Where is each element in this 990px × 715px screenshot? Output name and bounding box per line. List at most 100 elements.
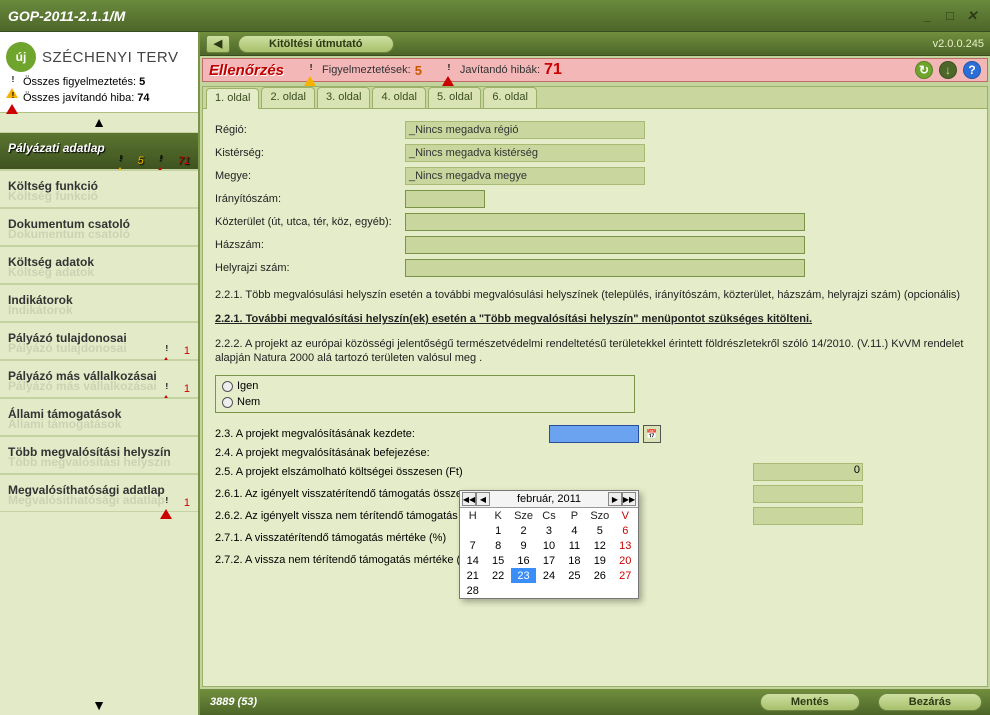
label-helyrajzi-szam: Helyrajzi szám: bbox=[215, 262, 405, 274]
sidebar-item-dokumentum-csatolo[interactable]: Dokumentum csatoló Dokumentum csatoló bbox=[0, 208, 198, 246]
cal-next-year-icon[interactable]: ▶▶ bbox=[622, 492, 636, 506]
input-helyrajzi-szam[interactable] bbox=[405, 259, 805, 277]
save-button[interactable]: Mentés bbox=[760, 693, 860, 711]
label-kisterseg: Kistérség: bbox=[215, 147, 405, 159]
close-button[interactable]: Bezárás bbox=[878, 693, 982, 711]
tab-1-oldal[interactable]: 1. oldal bbox=[206, 88, 259, 109]
tab-3-oldal[interactable]: 3. oldal bbox=[317, 87, 370, 108]
sidebar-item-koltseg-adatok[interactable]: Költség adatok Költség adatok bbox=[0, 246, 198, 284]
cal-day[interactable]: 18 bbox=[562, 553, 587, 568]
cal-day[interactable]: 5 bbox=[587, 523, 612, 538]
sidebar-item-label: Pályázati adatlap bbox=[8, 141, 105, 155]
cal-day[interactable]: 3 bbox=[536, 523, 561, 538]
cal-day[interactable]: 6 bbox=[613, 523, 638, 538]
calendar-open-icon[interactable]: 📅 bbox=[643, 425, 661, 443]
cal-day[interactable]: 23 bbox=[511, 568, 536, 583]
minimize-button[interactable]: _ bbox=[918, 7, 938, 25]
input-iranyitoszam[interactable] bbox=[405, 190, 485, 208]
sidebar-err-count: 1 bbox=[184, 383, 190, 395]
sidebar-item-label: Pályázó tulajdonosai bbox=[8, 331, 127, 345]
input-hazszam[interactable] bbox=[405, 236, 805, 254]
tab-4-oldal[interactable]: 4. oldal bbox=[372, 87, 425, 108]
date-field-kezdete[interactable] bbox=[549, 425, 639, 443]
cal-day[interactable]: 28 bbox=[460, 583, 485, 598]
form-scrollpane[interactable]: Régió: _Nincs megadva régió Kistérség: _… bbox=[203, 109, 987, 686]
close-window-button[interactable]: ✕ bbox=[962, 7, 982, 25]
nav: Pályázati adatlap !5 !71 Költség funkció… bbox=[0, 132, 198, 696]
note-222: 2.2.2. A projekt az európai közösségi je… bbox=[215, 337, 975, 366]
tabstrip: 1. oldal 2. oldal 3. oldal 4. oldal 5. o… bbox=[203, 87, 987, 109]
sidebar-item-label: Több megvalósítási helyszín bbox=[8, 445, 171, 459]
input-kozterulet[interactable] bbox=[405, 213, 805, 231]
cal-day[interactable]: 16 bbox=[511, 553, 536, 568]
cal-day[interactable]: 26 bbox=[587, 568, 612, 583]
cal-day[interactable]: 27 bbox=[613, 568, 638, 583]
cal-day[interactable]: 7 bbox=[460, 538, 485, 553]
cal-day[interactable]: 19 bbox=[587, 553, 612, 568]
version-label: v2.0.0.245 bbox=[933, 38, 984, 50]
cal-day[interactable]: 14 bbox=[460, 553, 485, 568]
total-warn-label: Összes figyelmeztetés: bbox=[23, 76, 136, 88]
sidebar-item-label: Dokumentum csatoló bbox=[8, 217, 130, 231]
sidebar-item-palyazo-mas-vallalkozasai[interactable]: Pályázó más vállalkozásai Pályázó más vá… bbox=[0, 360, 198, 398]
cal-day[interactable]: 4 bbox=[562, 523, 587, 538]
cal-next-month-icon[interactable]: ▶ bbox=[608, 492, 622, 506]
nav-scroll-down[interactable]: ▼ bbox=[0, 696, 198, 715]
cal-day[interactable]: 22 bbox=[485, 568, 510, 583]
cal-dow: Szo bbox=[587, 508, 612, 523]
help-icon[interactable]: ? bbox=[963, 61, 981, 79]
cal-prev-month-icon[interactable]: ◀ bbox=[476, 492, 490, 506]
sidebar-item-megvalosithatosagi-adatlap[interactable]: Megvalósíthatósági adatlap Megvalósíthat… bbox=[0, 474, 198, 512]
alert-bar: Ellenőrzés ! Figyelmeztetések: 5 ! Javít… bbox=[202, 58, 988, 82]
cal-day[interactable]: 10 bbox=[536, 538, 561, 553]
cal-day[interactable]: 15 bbox=[485, 553, 510, 568]
cal-day[interactable]: 20 bbox=[613, 553, 638, 568]
radio-nem[interactable]: Nem bbox=[220, 394, 630, 410]
sidebar-item-allami-tamogatasok[interactable]: Állami támogatások Állami támogatások bbox=[0, 398, 198, 436]
radio-igen[interactable]: Igen bbox=[220, 378, 630, 394]
cal-day[interactable]: 13 bbox=[613, 538, 638, 553]
cal-day[interactable]: 21 bbox=[460, 568, 485, 583]
cal-day bbox=[562, 583, 587, 598]
value-262[interactable] bbox=[753, 507, 863, 525]
download-icon[interactable]: ↓ bbox=[939, 61, 957, 79]
cal-day[interactable]: 12 bbox=[587, 538, 612, 553]
cal-day bbox=[460, 523, 485, 538]
guide-button[interactable]: Kitöltési útmutató bbox=[238, 35, 394, 53]
cal-dow: Cs bbox=[536, 508, 561, 523]
cal-day[interactable]: 25 bbox=[562, 568, 587, 583]
cal-dow: V bbox=[613, 508, 638, 523]
cal-day[interactable]: 1 bbox=[485, 523, 510, 538]
cal-day[interactable]: 8 bbox=[485, 538, 510, 553]
radio-group-natura2000: Igen Nem bbox=[215, 375, 635, 413]
maximize-button[interactable]: □ bbox=[940, 7, 960, 25]
tab-6-oldal[interactable]: 6. oldal bbox=[483, 87, 536, 108]
value-261[interactable] bbox=[753, 485, 863, 503]
link-221[interactable]: 2.2.1. További megvalósítási helyszín(ek… bbox=[215, 312, 975, 326]
label-regio: Régió: bbox=[215, 124, 405, 136]
calendar-popup[interactable]: ◀◀ ◀ február, 2011 ▶ ▶▶ HKSzeCsPSzoV 123… bbox=[459, 490, 639, 599]
label-24: 2.4. A projekt megvalósításának befejezé… bbox=[215, 447, 545, 459]
refresh-icon[interactable]: ↻ bbox=[915, 61, 933, 79]
sidebar-item-tobb-megvalositasi-helyszin[interactable]: Több megvalósítási helyszín Több megvaló… bbox=[0, 436, 198, 474]
cal-day[interactable]: 17 bbox=[536, 553, 561, 568]
sidebar-item-label: Pályázó más vállalkozásai bbox=[8, 369, 157, 383]
tab-5-oldal[interactable]: 5. oldal bbox=[428, 87, 481, 108]
sidebar-item-palyazati-adatlap[interactable]: Pályázati adatlap !5 !71 bbox=[0, 132, 198, 170]
back-button[interactable]: ◀ bbox=[206, 35, 230, 53]
radio-dot-icon bbox=[222, 397, 233, 408]
alert-warn-label: Figyelmeztetések: bbox=[322, 64, 411, 76]
nav-scroll-up[interactable]: ▲ bbox=[0, 113, 198, 132]
label-kozterulet: Közterület (út, utca, tér, köz, egyéb): bbox=[215, 216, 405, 228]
logo-icon: új bbox=[6, 42, 36, 72]
sidebar-item-indikatorok[interactable]: Indikátorok Indikátorok bbox=[0, 284, 198, 322]
cal-day[interactable]: 2 bbox=[511, 523, 536, 538]
sidebar-item-koltseg-funkcio[interactable]: Költség funkció Költség funkció bbox=[0, 170, 198, 208]
sidebar-item-palyazo-tulajdonosai[interactable]: Pályázó tulajdonosai Pályázó tulajdonosa… bbox=[0, 322, 198, 360]
cal-prev-year-icon[interactable]: ◀◀ bbox=[462, 492, 476, 506]
tab-2-oldal[interactable]: 2. oldal bbox=[261, 87, 314, 108]
label-iranyitoszam: Irányítószám: bbox=[215, 193, 405, 205]
cal-day[interactable]: 9 bbox=[511, 538, 536, 553]
cal-day[interactable]: 24 bbox=[536, 568, 561, 583]
cal-day[interactable]: 11 bbox=[562, 538, 587, 553]
